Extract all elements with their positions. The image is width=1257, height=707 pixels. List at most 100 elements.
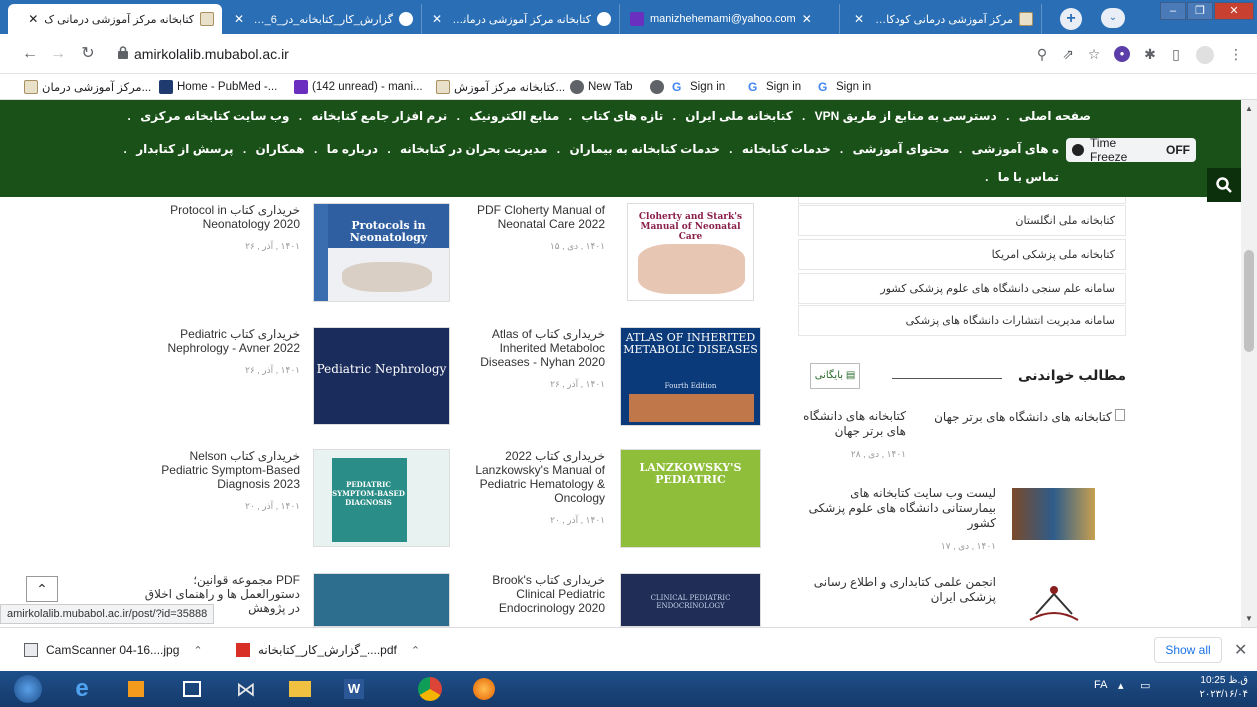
close-window-button[interactable]: ✕: [1214, 2, 1254, 20]
bookmark-item[interactable]: G Sign in: [646, 78, 725, 96]
nav-link-national-library[interactable]: کتابخانه ملی ایران: [685, 109, 792, 123]
download-item[interactable]: گزارش_کار_کتابخانه_....pdf ⌃: [236, 640, 420, 660]
profile-avatar-icon[interactable]: [1196, 46, 1214, 64]
post-logo-image[interactable]: [1022, 580, 1086, 626]
app-window-icon[interactable]: [172, 674, 212, 704]
language-indicator[interactable]: FA: [1094, 679, 1107, 691]
sidebar-link-scientometrics[interactable]: سامانه علم سنجی دانشگاه های علوم پزشکی ک…: [798, 273, 1126, 304]
scrollbar-thumb[interactable]: [1244, 250, 1254, 352]
page-scrollbar[interactable]: ▲ ▼: [1241, 100, 1257, 627]
nav-link-training[interactable]: ه های آموزشی: [972, 142, 1060, 156]
browser-tab[interactable]: manizhehemami@yahoo.com ✕: [622, 4, 840, 34]
time-freeze-toggle[interactable]: Time Freeze OFF: [1066, 136, 1196, 164]
book-item[interactable]: خریداری کتاب Protocol in Neonatology 202…: [140, 203, 300, 252]
search-icon[interactable]: [1207, 168, 1241, 202]
book-item[interactable]: خریداری کتاب Atlas of Inherited Metabolo…: [460, 327, 605, 390]
nav-link-home[interactable]: صفحه اصلی: [1019, 109, 1091, 123]
address-bar[interactable]: amirkolalib.mubabol.ac.ir: [112, 40, 1067, 68]
nav-link-e-resources[interactable]: منابع الکترونیک: [469, 109, 559, 123]
sidebar-link-partial[interactable]: [798, 197, 1126, 204]
forward-arrow-icon[interactable]: →: [48, 44, 68, 64]
chrome-icon[interactable]: [410, 674, 450, 704]
download-item[interactable]: CamScanner 04-16....jpg ⌃: [24, 640, 203, 660]
maximize-button[interactable]: ❐: [1187, 2, 1213, 20]
browser-tab[interactable]: کتابخانه مرکز آموزشی درمانی ک ✕: [8, 4, 222, 34]
word-icon[interactable]: W: [334, 674, 374, 704]
book-item[interactable]: PDF Cloherty Manual of Neonatal Care 202…: [460, 203, 605, 252]
network-icon[interactable]: ▭: [1140, 679, 1150, 692]
archive-button[interactable]: ▤ بایگانی: [810, 363, 860, 389]
file-explorer-icon[interactable]: [280, 674, 320, 704]
post-item[interactable]: لیست وب سایت کتابخانه های بیمارستانی دان…: [796, 486, 996, 552]
nav-link-new-books[interactable]: تازه های کتاب: [581, 109, 663, 123]
nav-link-library-services[interactable]: خدمات کتابخانه: [742, 142, 831, 156]
sidebar-link-uk-national-library[interactable]: کتابخانه ملی انگلستان: [798, 205, 1126, 236]
side-panel-icon[interactable]: ▯: [1168, 46, 1184, 62]
nav-link-crisis-management[interactable]: مدیریت بحران در کتابخانه: [400, 142, 547, 156]
post-item[interactable]: کتابخانه های دانشگاه های برتر جهان ۱۴۰۱ …: [796, 409, 906, 460]
chevron-up-icon[interactable]: ⌃: [193, 644, 202, 657]
bookmark-item[interactable]: کتابخانه مرکز آموزش...: [432, 78, 565, 96]
bookmark-item[interactable]: New Tab: [566, 78, 633, 96]
chevron-up-icon[interactable]: ⌃: [411, 644, 420, 657]
firefox-icon[interactable]: [464, 674, 504, 704]
bookmark-item[interactable]: (142 unread) - mani...: [290, 78, 423, 96]
tray-expand-icon[interactable]: ▴: [1118, 679, 1124, 692]
sidebar-link-us-national-library[interactable]: کتابخانه ملی پزشکی امریکا: [798, 239, 1126, 270]
back-to-top-button[interactable]: ⌃: [26, 576, 58, 602]
browser-tab[interactable]: گزارش_کار_کتابخانه_در_6_ماهه_ ✕: [226, 4, 422, 34]
book-cover-image[interactable]: CLINICAL PEDIATRIC ENDOCRINOLOGY: [620, 573, 761, 627]
nav-link-contact[interactable]: تماس با ما: [998, 170, 1059, 184]
nav-link-educational-content[interactable]: محتوای آموزشی: [853, 142, 950, 156]
nav-link-patient-services[interactable]: خدمات کتابخانه به بیماران: [569, 142, 719, 156]
share-icon[interactable]: ⇗: [1060, 46, 1076, 62]
book-item[interactable]: خریداری کتاب 2022 Lanzkowsky's Manual of…: [460, 449, 605, 526]
nav-link-colleagues[interactable]: همکاران: [256, 142, 305, 156]
bookmark-item[interactable]: G Sign in: [744, 78, 801, 96]
book-cover-image[interactable]: ATLAS OF INHERITED METABOLIC DISEASES Fo…: [620, 327, 761, 426]
zoom-icon[interactable]: ⚲: [1034, 46, 1050, 62]
book-cover-image[interactable]: Cloherty and Stark's Manual of Neonatal …: [627, 203, 754, 301]
extension-icon[interactable]: ●: [1114, 46, 1130, 62]
teamviewer-icon[interactable]: ⋈: [226, 674, 266, 704]
book-item[interactable]: خریداری کتاب Nelson Pediatric Symptom-Ba…: [140, 449, 300, 512]
close-tab-icon[interactable]: ✕: [432, 12, 442, 26]
book-cover-image[interactable]: LANZKOWSKY'S PEDIATRIC: [620, 449, 761, 548]
bookmark-item[interactable]: Home - PubMed -...: [155, 78, 277, 96]
nav-link-central-library[interactable]: وب سایت کتابخانه مرکزی: [140, 109, 289, 123]
sidebar-link-publications[interactable]: سامانه مدیریت انتشارات دانشگاه های پزشکی: [798, 305, 1126, 336]
bookmark-item[interactable]: مرکز آموزشی درمان...: [20, 78, 151, 96]
media-player-icon[interactable]: [116, 674, 156, 704]
book-cover-image[interactable]: Protocols in Neonatology: [313, 203, 450, 302]
close-tab-icon[interactable]: ✕: [854, 12, 864, 26]
book-item[interactable]: خریداری کتاب Brook's Clinical Pediatric …: [460, 573, 605, 615]
show-all-downloads-button[interactable]: Show all: [1154, 637, 1222, 663]
book-cover-image[interactable]: Pediatric Nephrology: [313, 327, 450, 425]
reload-icon[interactable]: ↻: [78, 44, 98, 64]
post-thumbnail-image[interactable]: [1012, 488, 1095, 540]
nav-link-vpn[interactable]: دسترسی به منابع از طریق VPN: [815, 109, 997, 123]
bookmark-item[interactable]: G Sign in: [814, 78, 871, 96]
nav-link-about[interactable]: درباره ما: [327, 142, 378, 156]
tab-search-icon[interactable]: ⌄: [1101, 8, 1125, 28]
close-tab-icon[interactable]: ✕: [802, 12, 812, 26]
browser-tab[interactable]: کتابخانه مرکز آموزشی درمانی ک ✕: [424, 4, 620, 34]
nav-link-library-software[interactable]: نرم افزار جامع کتابخانه: [311, 109, 447, 123]
scroll-up-arrow-icon[interactable]: ▲: [1245, 104, 1253, 113]
extensions-puzzle-icon[interactable]: ✱: [1142, 46, 1158, 62]
back-arrow-icon[interactable]: ←: [20, 44, 40, 64]
new-tab-button[interactable]: +: [1060, 8, 1082, 30]
scroll-down-arrow-icon[interactable]: ▼: [1245, 614, 1253, 623]
close-tab-icon[interactable]: ✕: [234, 12, 244, 26]
book-item[interactable]: خریداری کتاب Pediatric Nephrology - Avne…: [140, 327, 300, 376]
minimize-button[interactable]: –: [1160, 2, 1186, 20]
post-item[interactable]: انجمن علمی کتابداری و اطلاع رسانی پزشکی …: [796, 575, 996, 605]
taskbar-clock[interactable]: 10:25 ق.ظ ۲۰۲۳/۱۶/۰۴: [1168, 674, 1248, 702]
book-cover-image[interactable]: [313, 573, 450, 627]
post-image-broken[interactable]: کتابخانه های دانشگاه های برتر جهان: [910, 409, 1125, 424]
browser-tab[interactable]: مرکز آموزشی درمانی کودکان امـ ✕: [846, 4, 1042, 34]
close-downloads-icon[interactable]: ✕: [1234, 640, 1247, 660]
book-cover-image[interactable]: PEDIATRIC SYMPTOM-BASED DIAGNOSIS: [313, 449, 450, 547]
bookmark-star-icon[interactable]: ☆: [1086, 46, 1102, 62]
internet-explorer-icon[interactable]: e: [62, 674, 102, 704]
